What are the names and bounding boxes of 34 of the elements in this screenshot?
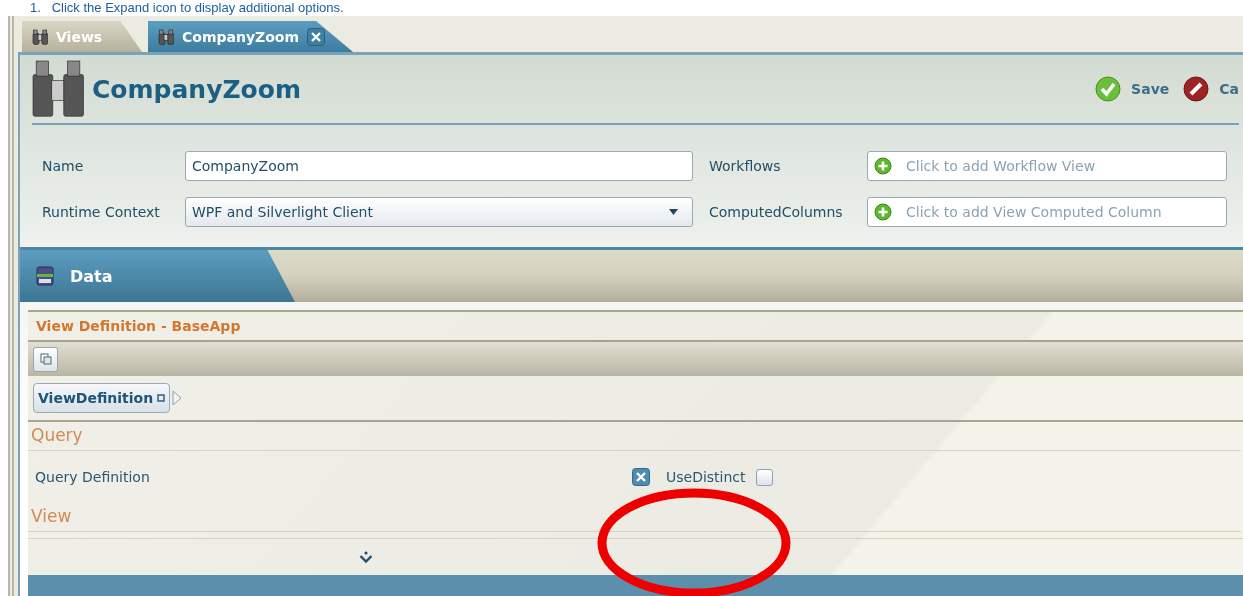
caret-icon <box>669 209 678 215</box>
binoculars-icon <box>32 28 48 45</box>
group-heading: View <box>28 503 1241 532</box>
expand-icon[interactable] <box>358 551 373 563</box>
field-label: Workflows <box>709 158 782 174</box>
breadcrumb-button[interactable]: ViewDefinition <box>33 383 171 413</box>
section-tab[interactable]: Data <box>20 250 295 302</box>
tab[interactable]: CompanyZoom <box>148 21 354 52</box>
field-label: Runtime Context <box>42 204 161 220</box>
save-button[interactable]: Save <box>1095 76 1170 102</box>
binoculars-icon <box>32 60 84 118</box>
prohibited-icon <box>1183 76 1210 102</box>
name-field[interactable]: CompanyZoom <box>185 151 693 181</box>
check-icon <box>1095 76 1122 102</box>
field-label: UseDistinct <box>666 469 746 485</box>
computed-column-field[interactable]: Click to add View Computed Column <box>867 197 1227 227</box>
copy-icon <box>39 353 52 365</box>
field-label: ComputedColumns <box>709 204 844 220</box>
cancel-button[interactable]: Ca <box>1183 76 1239 102</box>
field-label: Query Definition <box>35 469 151 485</box>
runtime-context-dropdown[interactable]: WPF and Silverlight Client <box>185 197 693 227</box>
square-icon <box>157 394 166 402</box>
plus-icon <box>874 157 892 175</box>
database-icon <box>34 265 56 287</box>
checkbox[interactable] <box>755 468 773 486</box>
workflow-view-field[interactable]: Click to add Workflow View <box>867 151 1227 181</box>
plus-icon <box>874 203 892 221</box>
clear-icon[interactable] <box>632 468 650 486</box>
binoculars-icon <box>158 28 174 45</box>
field-label: Name <box>42 158 85 174</box>
close-icon[interactable] <box>307 27 326 46</box>
instruction-text: 1. Click the Expand icon to display additional options. <box>29 0 345 16</box>
page-title: CompanyZoom <box>92 74 301 104</box>
group-heading: Query <box>28 422 1241 451</box>
